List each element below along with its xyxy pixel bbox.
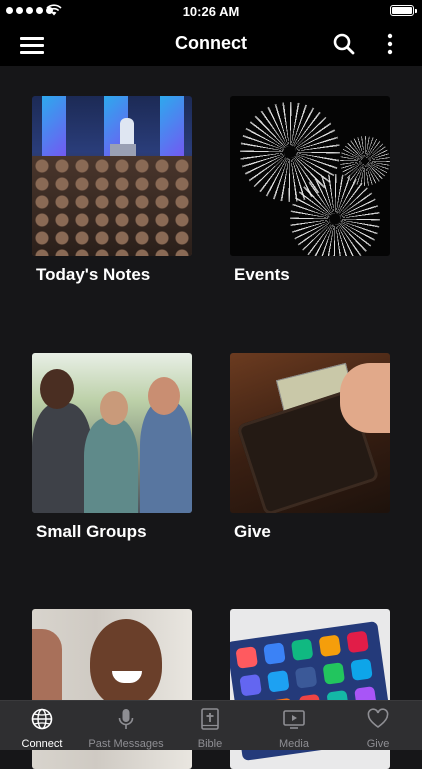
tab-label: Media [279, 738, 309, 750]
tile-label: Events [234, 265, 290, 284]
tab-give[interactable]: Give [336, 701, 420, 751]
status-time: 10:26 AM [182, 4, 240, 19]
small-groups-image [32, 353, 192, 513]
battery-icon [390, 5, 417, 16]
events-image [230, 96, 390, 256]
more-options-icon[interactable] [380, 32, 400, 56]
tab-connect[interactable]: Connect [0, 701, 84, 751]
tab-past-messages[interactable]: Past Messages [84, 701, 168, 751]
microphone-icon [118, 709, 134, 729]
search-icon[interactable] [332, 32, 356, 56]
tile-label: Today's Notes [36, 265, 151, 284]
tab-label: Bible [197, 738, 223, 750]
tile-small-groups[interactable]: Small Groups [32, 353, 192, 542]
tile-events[interactable]: Events [230, 96, 390, 285]
todays-notes-image [32, 96, 192, 256]
page-title: Connect [175, 33, 247, 53]
app-header: Connect [0, 22, 422, 66]
tile-todays-notes[interactable]: Today's Notes [32, 96, 192, 285]
tab-bar: Connect Past Messages Bible Media Give [0, 700, 422, 750]
tab-label: Connect [21, 738, 63, 750]
heart-icon [367, 708, 389, 728]
tile-label: Give [234, 522, 271, 541]
tile-give[interactable]: Give [230, 353, 390, 542]
tab-label: Past Messages [88, 738, 164, 750]
globe-icon [31, 708, 53, 730]
play-screen-icon [283, 710, 305, 729]
bible-icon [201, 708, 219, 730]
tab-bible[interactable]: Bible [168, 701, 252, 751]
tab-label: Give [366, 738, 390, 750]
tile-label: Small Groups [36, 522, 147, 541]
give-image [230, 353, 390, 513]
status-bar: 10:26 AM [0, 0, 422, 22]
tab-media[interactable]: Media [252, 701, 336, 751]
